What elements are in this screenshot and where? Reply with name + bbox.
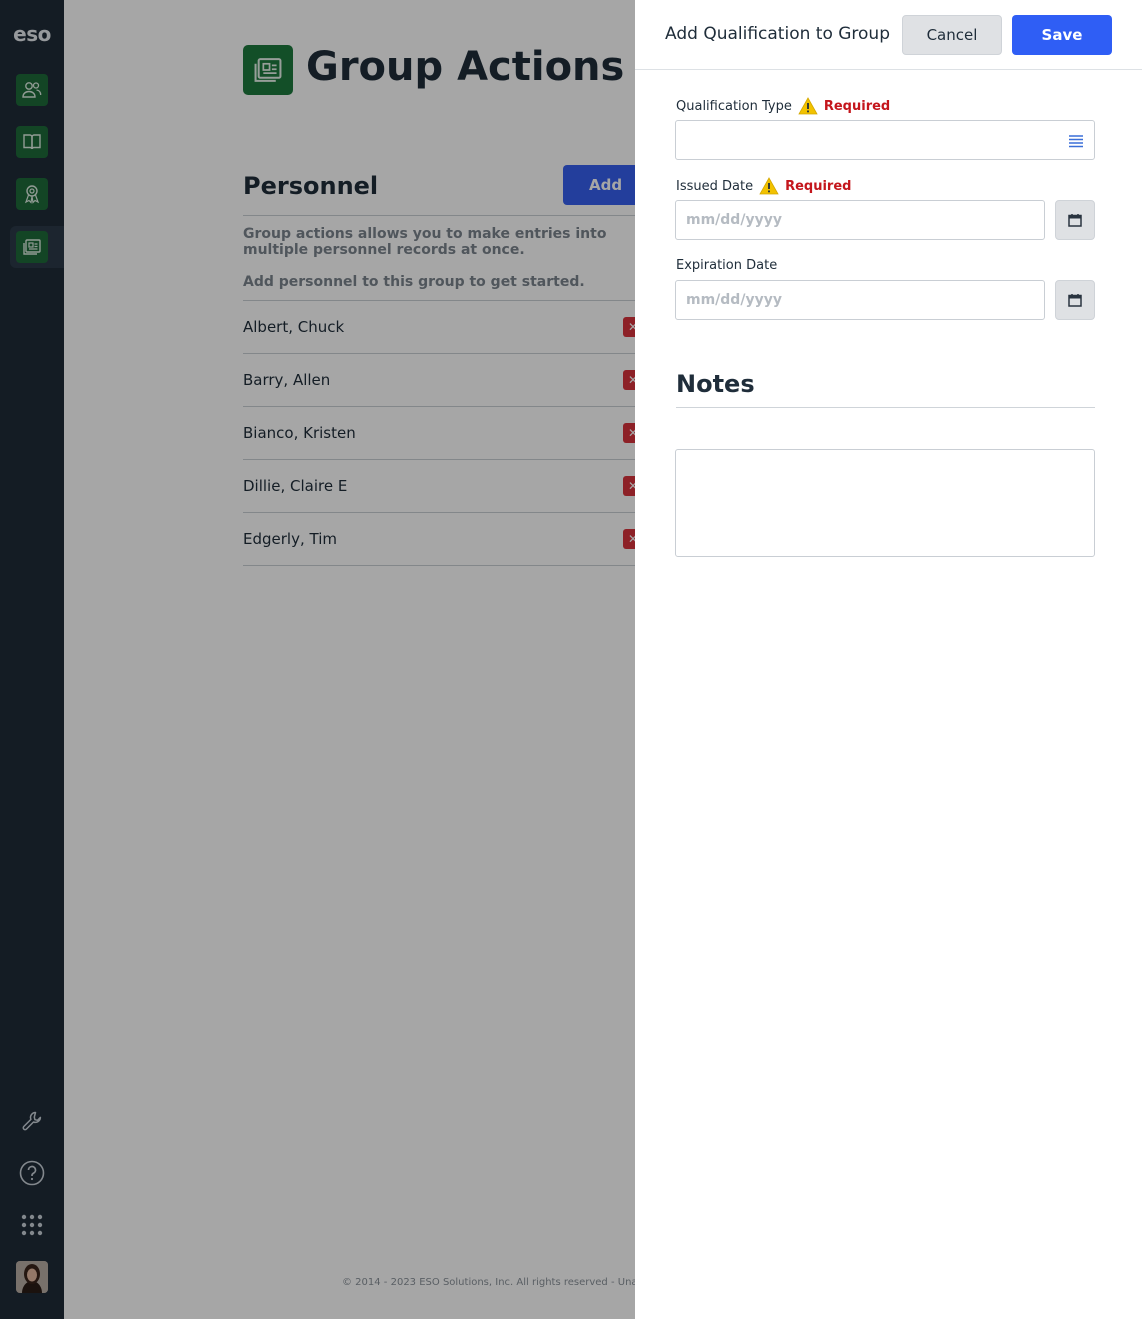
add-qualification-drawer: Add Qualification to Group Cancel Save Q… xyxy=(635,0,1142,1319)
notes-textarea[interactable] xyxy=(675,449,1095,557)
calendar-icon xyxy=(1068,294,1082,307)
notes-heading: Notes xyxy=(676,370,755,398)
qualification-type-select[interactable] xyxy=(675,120,1095,160)
cancel-button[interactable]: Cancel xyxy=(902,15,1002,55)
issued-date-input[interactable] xyxy=(675,200,1045,240)
expiration-date-calendar-button[interactable] xyxy=(1055,280,1095,320)
expiration-date-input[interactable] xyxy=(675,280,1045,320)
notes-divider xyxy=(676,407,1095,408)
qualification-type-label: Qualification Type xyxy=(676,98,792,114)
expiration-date-label: Expiration Date xyxy=(676,258,778,273)
qualification-type-label-row: Qualification Type Required xyxy=(676,97,890,115)
issued-date-label: Issued Date xyxy=(676,178,754,194)
save-button[interactable]: Save xyxy=(1012,15,1112,55)
issued-date-label-row: Issued Date Required xyxy=(676,177,851,195)
drawer-header: Add Qualification to Group Cancel Save xyxy=(635,0,1142,70)
warning-icon xyxy=(798,97,818,115)
calendar-icon xyxy=(1068,214,1082,227)
drawer-title: Add Qualification to Group xyxy=(665,24,891,44)
required-indicator: Required xyxy=(785,178,852,194)
warning-icon xyxy=(759,177,779,195)
issued-date-calendar-button[interactable] xyxy=(1055,200,1095,240)
required-indicator: Required xyxy=(823,98,891,114)
list-icon[interactable] xyxy=(1068,133,1084,149)
expiration-date-label-row: Expiration Date xyxy=(676,258,777,273)
